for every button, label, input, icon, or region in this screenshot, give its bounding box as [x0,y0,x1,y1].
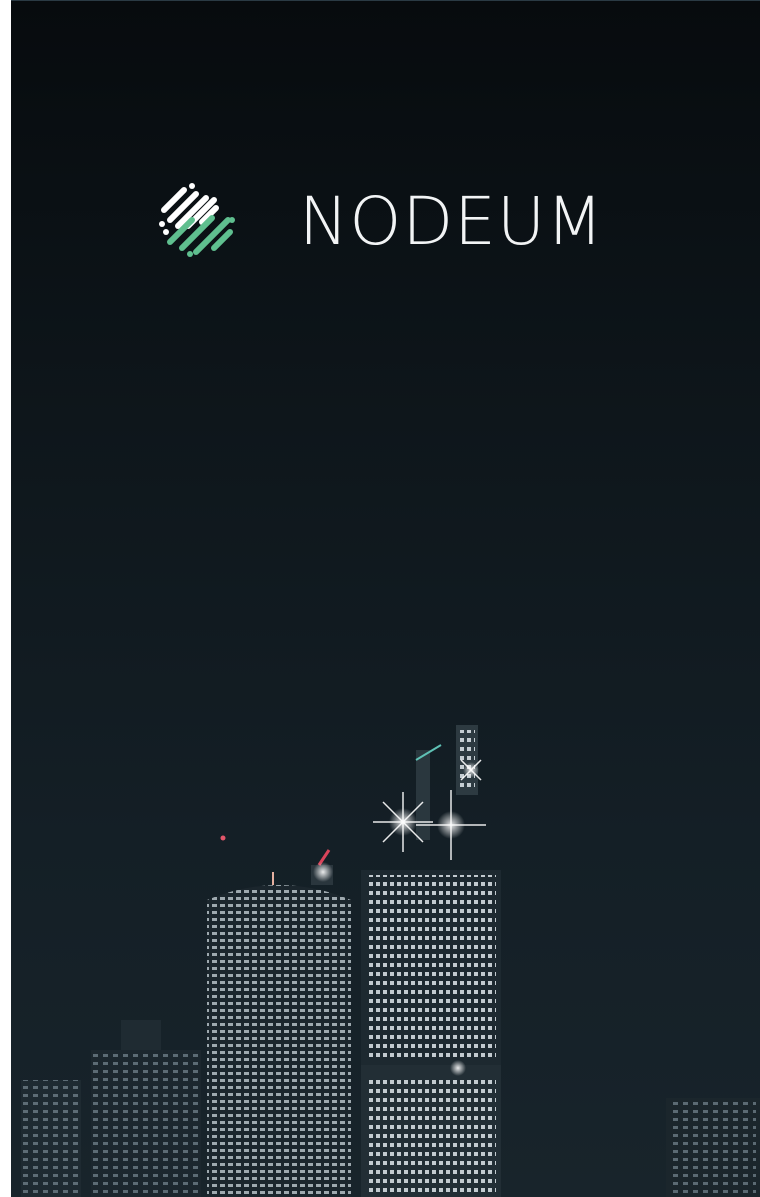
splash-screen: NODEUM [11,0,760,1197]
brand-logo: NODEUM [11,0,760,300]
city-skyline-image [21,725,760,1197]
nodeum-logo-icon [159,183,235,257]
brand-wordmark: NODEUM [299,183,605,260]
